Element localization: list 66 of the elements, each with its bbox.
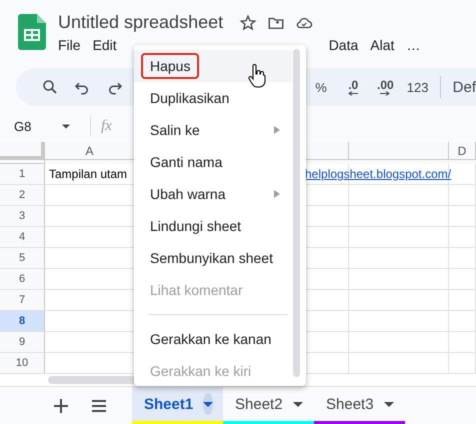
menu-icon: [91, 398, 107, 414]
grid-cell[interactable]: [349, 248, 449, 269]
row-header[interactable]: 2: [0, 185, 45, 206]
menu-bar-item[interactable]: Data: [322, 37, 364, 53]
menu-item[interactable]: Salin ke: [134, 114, 292, 146]
menu-bar-item[interactable]: Edit: [86, 37, 123, 53]
grid-cell[interactable]: [449, 269, 476, 290]
menu-bar-item[interactable]: File: [58, 37, 87, 53]
menu-item[interactable]: Ganti nama: [134, 146, 292, 178]
caret-icon: [62, 124, 70, 128]
font-dropdown[interactable]: Def: [452, 78, 476, 96]
search-icon: [41, 78, 60, 96]
left-arrow-icon: [348, 90, 358, 96]
grid-cell[interactable]: [449, 227, 476, 248]
caret-icon: [384, 402, 394, 406]
name-box[interactable]: G8: [0, 118, 86, 134]
grid-cell[interactable]: [449, 185, 476, 206]
grid-cell[interactable]: [349, 227, 449, 248]
sheets-logo-icon[interactable]: [18, 14, 46, 50]
row-header[interactable]: 1: [0, 164, 45, 185]
menu-item[interactable]: Lindungi sheet: [134, 210, 292, 242]
more-menu-button[interactable]: …: [400, 37, 426, 53]
increase-decimal-button[interactable]: .00: [369, 73, 402, 101]
select-all-corner[interactable]: [0, 142, 45, 160]
grid-cell[interactable]: [449, 248, 476, 269]
decrease-decimal-button[interactable]: .0: [337, 73, 370, 101]
menu-item[interactable]: Ubah warna: [134, 178, 292, 210]
row-header[interactable]: 10: [0, 353, 45, 374]
grid-cell[interactable]: [349, 311, 449, 332]
grid-cell[interactable]: [349, 185, 449, 206]
row-header[interactable]: 8: [0, 311, 45, 332]
grid-cell[interactable]: [349, 290, 449, 311]
menu-item[interactable]: Duplikasikan: [134, 82, 292, 114]
grid-cell[interactable]: [449, 332, 476, 353]
row-header[interactable]: 7: [0, 290, 45, 311]
column-header[interactable]: D: [449, 142, 476, 160]
menu-scrollbar[interactable]: [293, 49, 300, 377]
caret-icon: [203, 402, 214, 406]
formula-label: fx: [101, 118, 112, 134]
grid-cell[interactable]: [349, 206, 449, 227]
row-header[interactable]: 5: [0, 248, 45, 269]
row-header[interactable]: 4: [0, 227, 45, 248]
grid-cell[interactable]: [349, 332, 449, 353]
grid-cell[interactable]: [449, 164, 476, 185]
menu-bar-item[interactable]: Alat: [364, 37, 400, 53]
grid-cell[interactable]: [449, 290, 476, 311]
menu-item[interactable]: Sembunyikan sheet: [134, 242, 292, 274]
hand-cursor-icon: [248, 64, 266, 88]
grid-cell[interactable]: [349, 269, 449, 290]
number-format-button[interactable]: 123: [402, 73, 434, 101]
percent-button[interactable]: %: [304, 73, 338, 101]
star-icon: [239, 14, 258, 32]
row-header[interactable]: 6: [0, 269, 45, 290]
row-header[interactable]: 9: [0, 332, 45, 353]
menu-item[interactable]: Hapus: [134, 50, 292, 82]
row-header[interactable]: 3: [0, 206, 45, 227]
highlight-outline: [141, 53, 199, 79]
right-arrow-icon: [380, 90, 390, 96]
grid-cell[interactable]: [449, 311, 476, 332]
caret-icon: [292, 402, 303, 406]
sheet-tab[interactable]: Sheet3: [314, 387, 405, 424]
document-title[interactable]: Untitled spreadsheet: [58, 12, 224, 33]
sheet-tab[interactable]: Sheet1: [132, 387, 223, 424]
grid-cell[interactable]: [449, 206, 476, 227]
plus-icon: [53, 398, 69, 414]
menu-item[interactable]: Gerakkan ke kanan: [134, 323, 292, 355]
